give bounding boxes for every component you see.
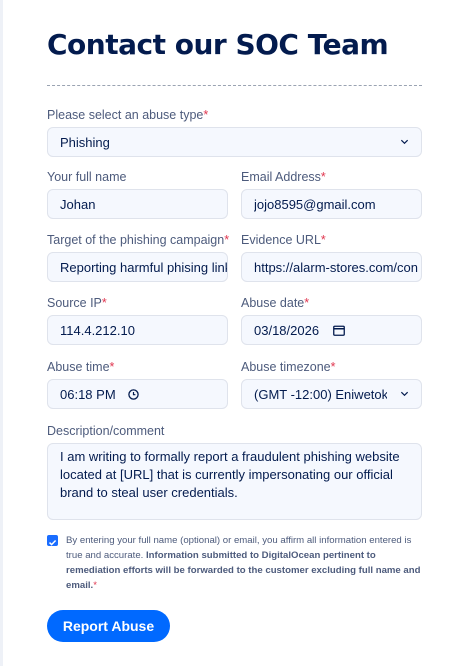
evidence-url-value: https://alarm-stores.com/con xyxy=(254,259,418,275)
consent-text: By entering your full name (optional) or… xyxy=(66,533,428,593)
target-value: Reporting harmful phising link xyxy=(60,259,227,275)
abuse-timezone-label: Abuse timezone* xyxy=(241,360,336,374)
description-label-text: Description/comment xyxy=(47,424,165,438)
abuse-type-value: Phishing xyxy=(60,134,110,150)
description-textarea[interactable]: I am writing to formally report a fraudu… xyxy=(47,443,422,520)
abuse-time-label: Abuse time* xyxy=(47,360,114,374)
source-ip-label: Source IP* xyxy=(47,296,107,310)
evidence-url-label-text: Evidence URL xyxy=(241,233,321,247)
abuse-date-label: Abuse date* xyxy=(241,296,309,310)
source-ip-label-text: Source IP xyxy=(47,296,102,310)
abuse-date-label-text: Abuse date xyxy=(241,296,305,310)
required-marker: * xyxy=(101,296,107,310)
required-marker: * xyxy=(304,296,310,310)
abuse-time-label-text: Abuse time xyxy=(47,360,110,374)
abuse-type-label: Please select an abuse type* xyxy=(47,108,208,122)
abuse-timezone-label-text: Abuse timezone xyxy=(241,360,331,374)
target-label-text: Target of the phishing campaign xyxy=(47,233,225,247)
required-marker: * xyxy=(224,233,230,247)
abuse-date-input[interactable]: 03/18/2026 xyxy=(241,315,422,345)
checkmark-icon xyxy=(48,539,57,546)
evidence-url-label: Evidence URL* xyxy=(241,233,326,247)
calendar-icon[interactable] xyxy=(333,325,345,336)
abuse-timezone-value: (GMT -12:00) Eniwetok xyxy=(254,386,387,402)
email-label: Email Address* xyxy=(241,170,326,184)
page-edge xyxy=(0,0,3,666)
description-value: I am writing to formally report a fraudu… xyxy=(60,449,400,500)
target-label: Target of the phishing campaign* xyxy=(47,233,229,247)
abuse-date-value: 03/18/2026 xyxy=(254,322,320,338)
abuse-type-label-text: Please select an abuse type xyxy=(47,108,204,122)
abuse-time-value: 06:18 PM xyxy=(60,386,116,402)
email-input[interactable]: jojo8595@gmail.com xyxy=(241,189,422,219)
chevron-down-icon xyxy=(400,139,409,145)
clock-icon[interactable] xyxy=(127,388,139,400)
required-marker: * xyxy=(109,360,115,374)
abuse-timezone-select[interactable]: (GMT -12:00) Eniwetok xyxy=(241,379,422,409)
abuse-time-input[interactable]: 06:18 PM xyxy=(47,379,228,409)
source-ip-input[interactable]: 114.4.212.10 xyxy=(47,315,228,345)
report-abuse-button[interactable]: Report Abuse xyxy=(47,610,170,642)
full-name-label-text: Your full name xyxy=(47,170,127,184)
required-marker: * xyxy=(320,233,326,247)
required-marker: * xyxy=(330,360,336,374)
required-marker: * xyxy=(320,170,326,184)
email-label-text: Email Address xyxy=(241,170,321,184)
email-value: jojo8595@gmail.com xyxy=(254,196,376,212)
description-label: Description/comment xyxy=(47,424,164,438)
chevron-down-icon xyxy=(400,391,409,397)
source-ip-value: 114.4.212.10 xyxy=(60,322,135,338)
target-input[interactable]: Reporting harmful phising link xyxy=(47,252,228,282)
required-marker: * xyxy=(93,580,97,591)
required-marker: * xyxy=(203,108,209,122)
full-name-input[interactable]: Johan xyxy=(47,189,228,219)
evidence-url-input[interactable]: https://alarm-stores.com/con xyxy=(241,252,422,282)
page-title: Contact our SOC Team xyxy=(47,28,389,61)
abuse-type-select[interactable]: Phishing xyxy=(47,127,422,157)
full-name-value: Johan xyxy=(60,196,96,212)
title-divider xyxy=(47,85,422,86)
consent-checkbox[interactable] xyxy=(47,535,58,546)
full-name-label: Your full name xyxy=(47,170,126,184)
